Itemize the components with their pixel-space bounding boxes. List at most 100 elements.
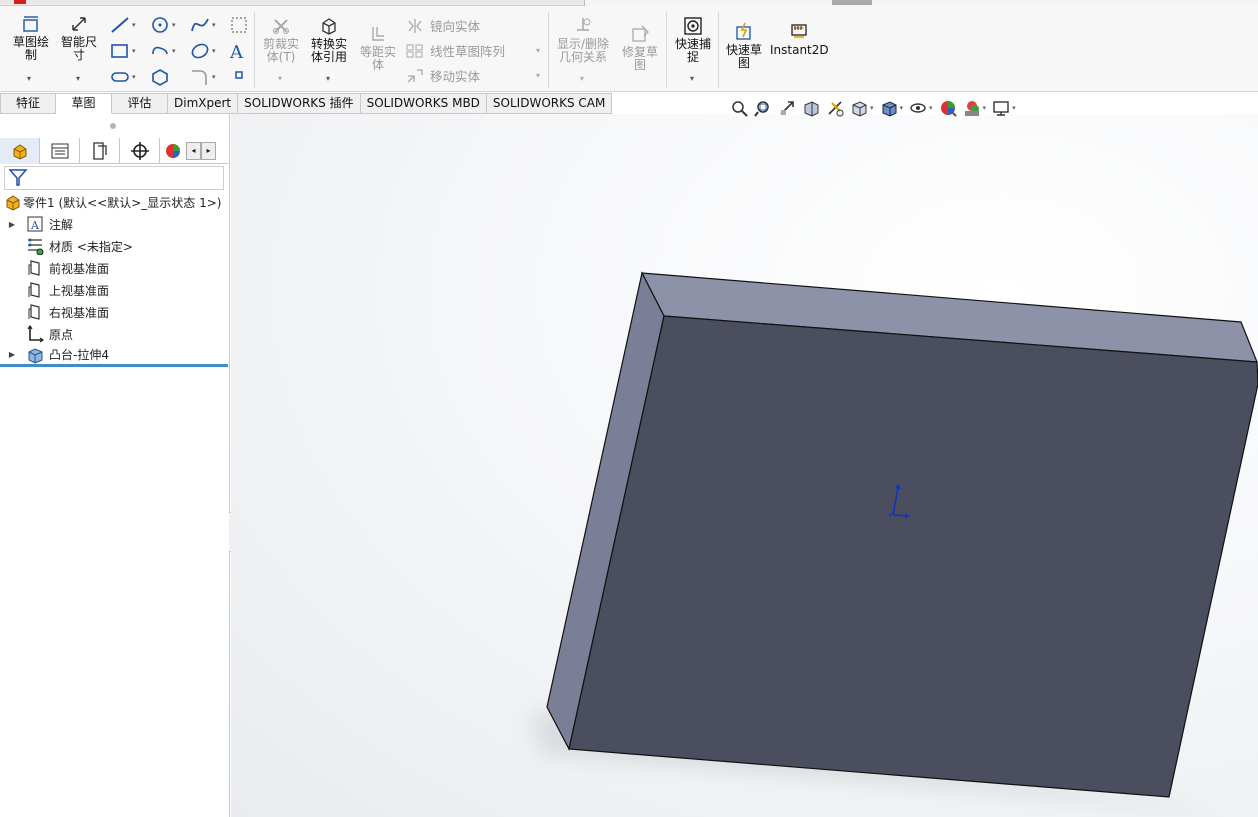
sketch-draw-button[interactable]: 草图绘 制 xyxy=(8,14,54,62)
tree-item-material[interactable]: 材质 <未指定> xyxy=(0,235,228,257)
section-view-icon[interactable] xyxy=(802,99,820,117)
tree-item-label: 原点 xyxy=(49,327,74,342)
previous-view-icon[interactable] xyxy=(778,99,796,117)
dynamic-annotation-icon[interactable] xyxy=(826,99,844,117)
view-settings-icon[interactable] xyxy=(992,99,1010,117)
tab-display-manager[interactable] xyxy=(160,138,186,164)
spline-icon xyxy=(191,18,209,32)
tab-configuration-manager[interactable] xyxy=(80,138,120,164)
rectangle-button[interactable]: ▾ xyxy=(110,42,136,60)
tree-item-origin[interactable]: 原点 xyxy=(0,323,228,345)
convert-label: 转换实 体引用 xyxy=(310,37,347,64)
move-dropdown[interactable]: ▾ xyxy=(536,71,540,80)
line-button[interactable]: ▾ xyxy=(110,16,136,34)
linear-pattern-dropdown[interactable]: ▾ xyxy=(536,46,540,55)
tree-item-label: 右视基准面 xyxy=(49,305,110,320)
panel-grip[interactable] xyxy=(110,123,116,129)
panel-scroll-left[interactable]: ◂ xyxy=(186,142,201,160)
hide-show-dropdown[interactable]: ▾ xyxy=(929,104,933,112)
smart-dimension-button[interactable]: 智能尺 寸 xyxy=(56,14,102,62)
point-button[interactable] xyxy=(234,70,244,80)
view-settings-dropdown[interactable]: ▾ xyxy=(1012,104,1016,112)
instant2d-button[interactable]: Instant2D xyxy=(770,22,829,57)
sketch-chamfer-button[interactable] xyxy=(230,16,248,34)
display-style-dropdown[interactable]: ▾ xyxy=(900,104,904,112)
smart-dimension-dropdown[interactable]: ▾ xyxy=(76,74,80,83)
tab-evaluate[interactable]: 评估 xyxy=(112,93,168,114)
sketch-icon xyxy=(23,16,38,32)
rapid-sketch-label: 快速草 图 xyxy=(725,43,762,70)
plane-icon xyxy=(26,259,44,277)
straight-slot-icon xyxy=(111,72,129,82)
spline-button[interactable]: ▾ xyxy=(190,16,216,34)
text-button[interactable]: A xyxy=(230,42,243,63)
panel-scroll-right[interactable]: ▸ xyxy=(201,142,216,160)
quick-snaps-button[interactable]: 快速捕 捉 xyxy=(670,16,716,64)
tab-addins[interactable]: SOLIDWORKS 插件 xyxy=(238,93,361,114)
tree-item-right-plane[interactable]: 右视基准面 xyxy=(0,301,228,323)
tab-sketch[interactable]: 草图 xyxy=(56,93,112,114)
tree-item-label: 上视基准面 xyxy=(49,283,110,298)
trim-entities-button[interactable]: 剪裁实 体(T) xyxy=(258,16,304,64)
box-front-face[interactable] xyxy=(568,315,1258,798)
mirror-icon xyxy=(408,18,422,33)
display-relations-button[interactable]: 显示/删除 几何关系 xyxy=(552,16,614,64)
convert-dropdown[interactable]: ▾ xyxy=(326,74,330,83)
repair-sketch-button[interactable]: 修复草 图 xyxy=(618,24,662,72)
offset-entities-button[interactable]: 等距实 体 xyxy=(356,24,400,72)
tree-item-extrude[interactable]: ▶ 凸台-拉伸4 xyxy=(0,345,228,367)
tree-item-front-plane[interactable]: 前视基准面 xyxy=(0,257,228,279)
expand-arrow-icon[interactable]: ▶ xyxy=(6,220,18,229)
sketch-draw-dropdown[interactable]: ▾ xyxy=(27,74,31,83)
heads-up-view-toolbar: ▾ ▾ ▾ ▾ ▾ xyxy=(730,96,1016,120)
slot-button[interactable]: ▾ xyxy=(150,42,176,60)
filter-icon xyxy=(8,169,28,186)
ribbon-separator xyxy=(718,12,719,88)
edit-appearance-icon[interactable] xyxy=(939,99,957,117)
tree-item-annotations[interactable]: ▶ A 注解 xyxy=(0,213,228,235)
trim-dropdown[interactable]: ▾ xyxy=(278,74,282,83)
circle-button[interactable]: ▾ xyxy=(150,16,176,34)
quick-snaps-dropdown[interactable]: ▾ xyxy=(690,74,694,83)
graphics-area[interactable]: * xyxy=(231,114,1258,817)
straight-slot-button[interactable]: ▾ xyxy=(110,68,136,86)
model-view: * xyxy=(531,271,1258,812)
tab-cam[interactable]: SOLIDWORKS CAM xyxy=(486,93,613,114)
zoom-to-fit-icon[interactable] xyxy=(730,99,748,117)
app-logo-fragment xyxy=(14,0,26,4)
fillet-button[interactable]: ▾ xyxy=(190,68,216,86)
relations-dropdown[interactable]: ▾ xyxy=(580,74,584,83)
featuremanager-panel: ◂ ▸ 零件1 (默认<<默认>_显示状态 1>) ▶ A 注解 材质 <未指定… xyxy=(0,114,230,817)
tab-features[interactable]: 特征 xyxy=(0,93,56,114)
convert-entities-icon xyxy=(322,18,336,35)
tree-item-label: 注解 xyxy=(49,217,74,232)
display-style-icon[interactable] xyxy=(880,99,898,117)
tab-feature-tree[interactable] xyxy=(0,138,40,164)
convert-entities-button[interactable]: 转换实 体引用 xyxy=(306,16,352,64)
tab-mbd[interactable]: SOLIDWORKS MBD xyxy=(360,93,487,114)
apply-scene-icon[interactable] xyxy=(963,99,981,117)
tree-item-label: 材质 <未指定> xyxy=(49,239,133,254)
plane-icon xyxy=(26,281,44,299)
tree-filter[interactable] xyxy=(4,166,224,190)
expand-arrow-icon[interactable]: ▶ xyxy=(6,350,18,359)
move-entities-button[interactable]: 移动实体 xyxy=(406,66,480,85)
offset-label: 等距实 体 xyxy=(359,45,396,72)
hide-show-items-icon[interactable] xyxy=(909,99,927,117)
tab-dimxpert[interactable]: DimXpert xyxy=(168,93,239,114)
ellipse-button[interactable]: ▾ xyxy=(190,42,216,60)
tab-property-manager[interactable] xyxy=(40,138,80,164)
tree-root-part[interactable]: 零件1 (默认<<默认>_显示状态 1>) xyxy=(0,191,228,213)
apply-scene-dropdown[interactable]: ▾ xyxy=(983,104,987,112)
linear-pattern-button[interactable]: 线性草图阵列 xyxy=(406,41,505,60)
tree-item-top-plane[interactable]: 上视基准面 xyxy=(0,279,228,301)
tab-dimxpert-manager[interactable] xyxy=(120,138,160,164)
mirror-entities-button[interactable]: 镜向实体 xyxy=(406,16,480,35)
zoom-area-icon[interactable] xyxy=(754,99,772,117)
view-orientation-icon[interactable] xyxy=(850,99,868,117)
quick-snaps-icon xyxy=(684,17,702,35)
view-orientation-dropdown[interactable]: ▾ xyxy=(870,104,874,112)
polygon-button[interactable] xyxy=(150,68,170,86)
document-tab-scroll[interactable] xyxy=(832,0,872,5)
rapid-sketch-button[interactable]: 快速草 图 xyxy=(722,22,766,70)
